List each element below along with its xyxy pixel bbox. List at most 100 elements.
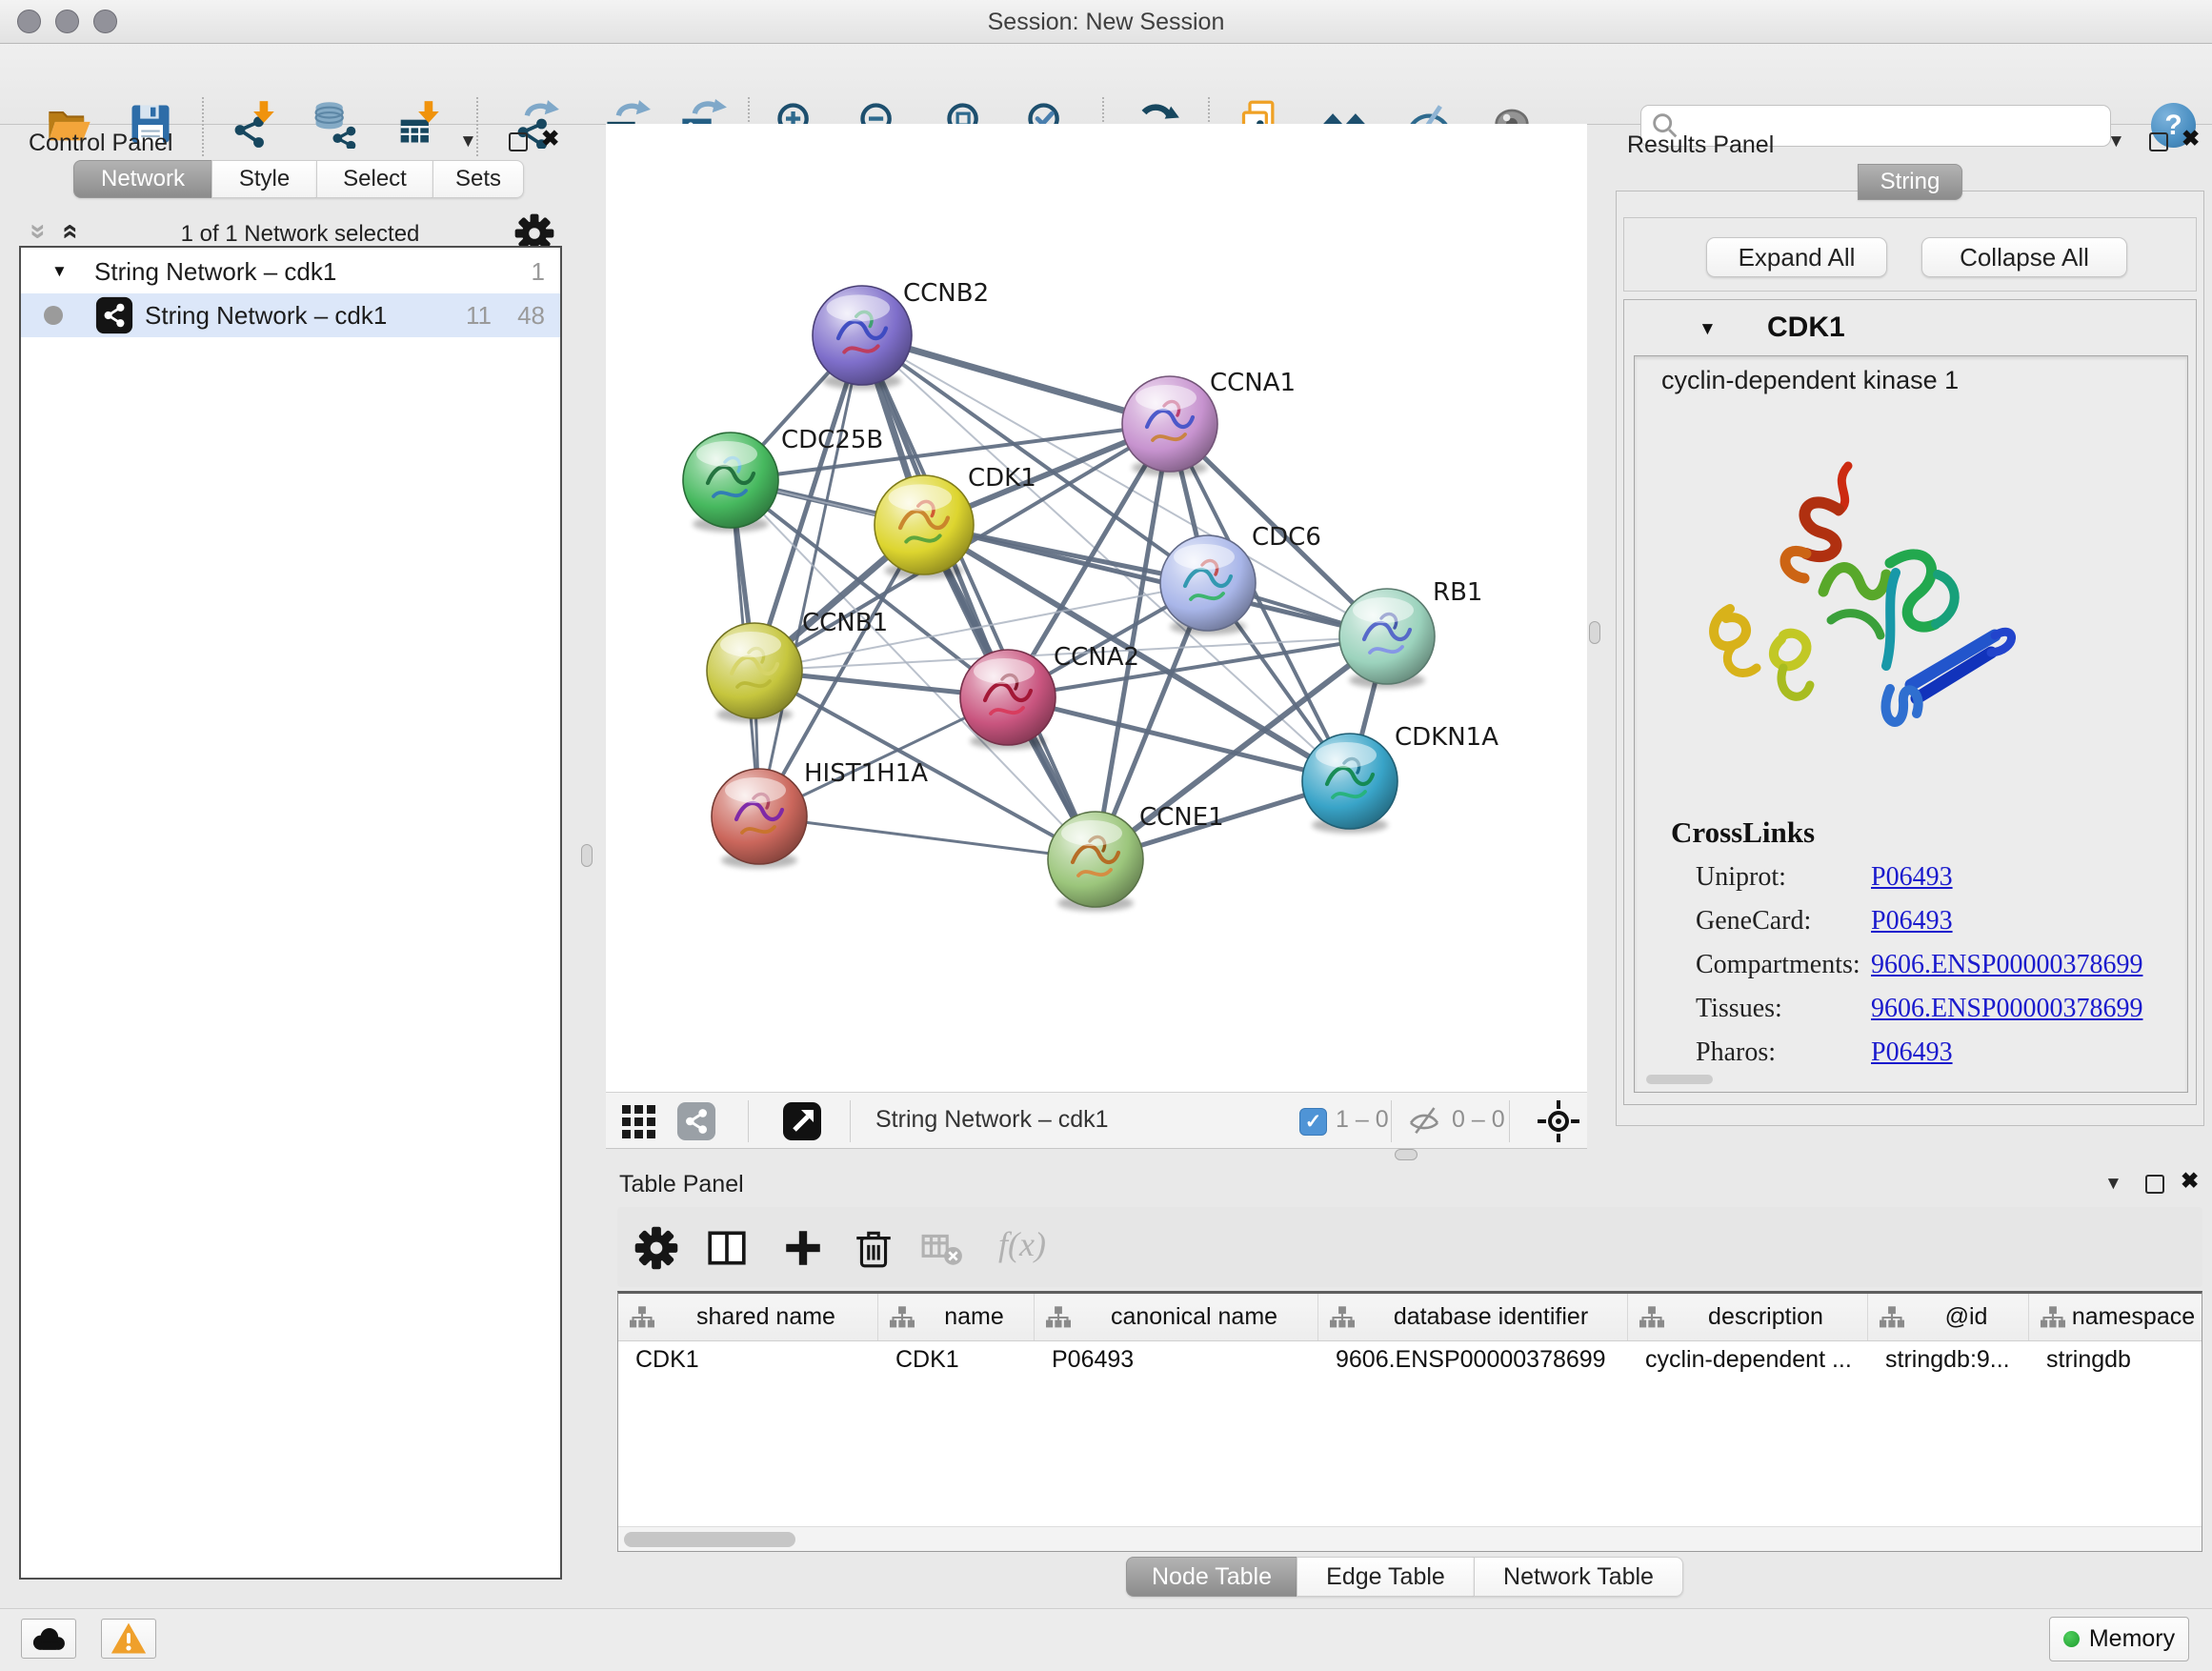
crosslink-link[interactable]: P06493 <box>1871 862 1953 893</box>
column-header-namespace[interactable]: namespace <box>2029 1294 2202 1340</box>
network-collection-row[interactable]: ▼ String Network – cdk1 1 <box>21 250 560 293</box>
node-CDK1[interactable] <box>875 475 974 579</box>
network-edge-count: 48 <box>517 301 545 331</box>
node-CDKN1A[interactable] <box>1302 734 1398 834</box>
table-cell: CDK1 <box>618 1346 878 1374</box>
edge-CCNB2-HIST1H1A[interactable] <box>759 335 862 816</box>
tab-string[interactable]: String <box>1858 164 1962 200</box>
network-canvas[interactable]: CCNB2CCNA1CDC25BCDK1CDC6RB1CCNB1CCNA2CDK… <box>606 124 1587 1092</box>
warnings-button[interactable] <box>101 1619 156 1659</box>
string-network-icon <box>95 296 133 334</box>
pan-crosshair-icon[interactable] <box>1536 1098 1581 1144</box>
crosslink-label: Tissues: <box>1696 994 1871 1024</box>
results-panel-title: Results Panel <box>1627 131 1774 159</box>
node-label-CCNE1: CCNE1 <box>1139 803 1224 832</box>
node-RB1[interactable] <box>1339 589 1435 689</box>
table-cell: P06493 <box>1035 1346 1318 1374</box>
import-network-file-button[interactable] <box>228 99 277 152</box>
import-network-database-button[interactable] <box>309 99 358 152</box>
crosslink-row: Pharos:P06493 <box>1696 1031 2172 1075</box>
tab-style[interactable]: Style <box>211 160 316 198</box>
gene-symbol: CDK1 <box>1767 312 1845 344</box>
column-header-description[interactable]: description <box>1628 1294 1868 1340</box>
panel-menu-icon[interactable]: ▼ <box>2107 131 2125 152</box>
inner-scrollbar-thumb[interactable] <box>1646 1075 1713 1084</box>
panel-float-icon[interactable] <box>509 132 528 151</box>
column-header-canonical-name[interactable]: canonical name <box>1035 1294 1318 1340</box>
grid-mode-icon[interactable] <box>621 1104 657 1140</box>
node-CCNB1[interactable] <box>707 623 802 723</box>
panel-float-icon[interactable] <box>2145 1175 2164 1194</box>
import-table-file-button[interactable] <box>392 99 442 152</box>
delete-table-icon-disabled <box>920 1226 964 1270</box>
crosslink-row: Uniprot:P06493 <box>1696 856 2172 899</box>
crosslink-link[interactable]: 9606.ENSP00000378699 <box>1871 950 2142 980</box>
column-header-database-identifier[interactable]: database identifier <box>1318 1294 1628 1340</box>
expand-all-button[interactable]: Expand All <box>1706 237 1887 277</box>
birdseye-view-icon[interactable] <box>781 1100 823 1142</box>
crosslink-link[interactable]: 9606.ENSP00000378699 <box>1871 994 2142 1024</box>
footer-separator <box>850 1100 851 1142</box>
node-HIST1H1A[interactable] <box>712 769 807 869</box>
column-header-shared-name[interactable]: shared name <box>618 1294 878 1340</box>
right-splitter-handle[interactable] <box>1589 621 1600 644</box>
node-CCNA1[interactable] <box>1122 376 1217 476</box>
tab-edge-table[interactable]: Edge Table <box>1297 1557 1474 1597</box>
memory-button[interactable]: Memory <box>2049 1617 2189 1661</box>
tab-select[interactable]: Select <box>316 160 432 198</box>
collapse-all-button[interactable]: Collapse All <box>1921 237 2127 277</box>
crosslink-link[interactable]: P06493 <box>1871 906 1953 936</box>
network-row-selected[interactable]: String Network – cdk1 11 48 <box>21 293 560 337</box>
cloud-button[interactable] <box>21 1619 76 1659</box>
tab-node-table[interactable]: Node Table <box>1126 1557 1297 1597</box>
table-cell: cyclin-dependent ... <box>1628 1346 1868 1374</box>
panel-close-icon[interactable]: ✖ <box>2181 1168 2199 1194</box>
add-column-icon[interactable] <box>781 1226 825 1270</box>
tab-network[interactable]: Network <box>73 160 211 198</box>
crosslink-link[interactable]: P06493 <box>1871 1037 1953 1068</box>
node-label-HIST1H1A: HIST1H1A <box>804 759 928 788</box>
edge-HIST1H1A-CCNE1[interactable] <box>759 816 1096 859</box>
toolbar-separator <box>202 97 204 156</box>
hscrollbar-thumb[interactable] <box>624 1532 795 1547</box>
tab-sets[interactable]: Sets <box>432 160 524 198</box>
panel-menu-icon[interactable]: ▼ <box>459 131 477 152</box>
footer-separator <box>1391 1100 1392 1142</box>
delete-column-trash-icon[interactable] <box>852 1226 895 1270</box>
panel-close-icon[interactable]: ✖ <box>2182 126 2200 151</box>
crosslinks-list: Uniprot:P06493GeneCard:P06493Compartment… <box>1696 856 2172 1075</box>
hidden-counts: 0 – 0 <box>1452 1106 1505 1134</box>
panel-menu-icon[interactable]: ▼ <box>2104 1174 2122 1195</box>
table-options-gear-icon[interactable] <box>634 1226 678 1270</box>
node-CCNE1[interactable] <box>1048 812 1143 912</box>
footer-separator <box>1509 1100 1510 1142</box>
panel-float-icon[interactable] <box>2149 132 2168 151</box>
hidden-items-eye-slash-icon[interactable] <box>1404 1101 1444 1141</box>
bottom-splitter-handle[interactable] <box>1395 1149 1418 1160</box>
node-label-CCNB1: CCNB1 <box>802 609 888 637</box>
selected-indicator-checkbox[interactable]: ✓ <box>1299 1108 1327 1136</box>
table-hscrollbar[interactable] <box>618 1526 2202 1551</box>
collapse-all-icon[interactable]: » <box>24 224 52 240</box>
selected-counts: 1 – 0 <box>1336 1106 1389 1134</box>
expand-all-icon[interactable]: « <box>56 224 85 240</box>
table-row[interactable]: CDK1CDK1P064939606.ENSP00000378699cyclin… <box>618 1341 2202 1378</box>
string-view-icon[interactable] <box>676 1101 716 1141</box>
show-columns-icon[interactable] <box>705 1226 749 1270</box>
left-splitter-handle[interactable] <box>581 844 593 867</box>
crosslink-label: Pharos: <box>1696 1037 1871 1068</box>
control-panel-title: Control Panel <box>29 130 172 157</box>
gene-collapse-icon[interactable]: ▼ <box>1699 319 1717 340</box>
tab-network-table[interactable]: Network Table <box>1474 1557 1683 1597</box>
column-header-name[interactable]: name <box>878 1294 1035 1340</box>
table-body: CDK1CDK1P064939606.ENSP00000378699cyclin… <box>618 1341 2202 1378</box>
control-panel-tabs: NetworkStyleSelectSets <box>73 160 524 198</box>
table-cell: CDK1 <box>878 1346 1035 1374</box>
tree-expand-icon[interactable]: ▼ <box>51 262 68 281</box>
panel-close-icon[interactable]: ✖ <box>541 126 559 151</box>
gene-description: cyclin-dependent kinase 1 <box>1661 366 1959 395</box>
node-CDC25B[interactable] <box>683 433 778 533</box>
network-node-count: 11 <box>466 301 492 331</box>
expand-collapse-bar: Expand All Collapse All <box>1623 217 2197 292</box>
column-header-@id[interactable]: @id <box>1868 1294 2029 1340</box>
